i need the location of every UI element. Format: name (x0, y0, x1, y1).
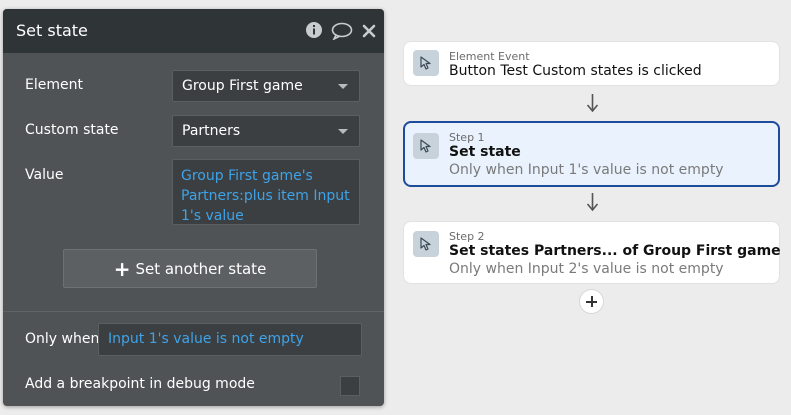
info-icon[interactable] (305, 21, 323, 43)
only-when-field[interactable]: Input 1's value is not empty (98, 323, 362, 356)
only-when-label: Only when (25, 331, 100, 347)
step-2-kicker: Step 2 (449, 230, 485, 243)
set-another-state-button[interactable]: + Set another state (63, 249, 317, 288)
plus-icon: + (113, 256, 131, 281)
arrow-down-icon (586, 192, 599, 216)
step-2-condition: Only when Input 2's value is not empty (449, 261, 724, 277)
element-dropdown-value: Group First game (182, 78, 303, 94)
cursor-icon (413, 50, 439, 76)
custom-state-dropdown-value: Partners (182, 123, 241, 139)
set-state-panel: Set state Element Group First game Custo… (3, 9, 384, 406)
divider (3, 311, 384, 312)
workflow-step-2-card[interactable]: Step 2 Set states Partners... of Group F… (403, 221, 781, 284)
workflow-step-1-card[interactable]: Step 1 Set state Only when Input 1's val… (403, 121, 780, 187)
event-kicker: Element Event (449, 50, 530, 63)
chevron-down-icon (338, 84, 348, 89)
value-expression-field[interactable]: Group First game's Partners:plus item In… (172, 159, 360, 225)
event-title: Button Test Custom states is clicked (449, 63, 702, 79)
close-icon[interactable] (362, 23, 376, 42)
breakpoint-checkbox[interactable] (340, 376, 360, 396)
custom-state-label: Custom state (25, 122, 119, 138)
value-label: Value (25, 167, 64, 183)
arrow-down-icon (586, 93, 599, 117)
step-1-condition: Only when Input 1's value is not empty (449, 162, 724, 178)
step-2-title: Set states Partners... of Group First ga… (449, 243, 781, 259)
step-1-kicker: Step 1 (449, 131, 485, 144)
cursor-icon (413, 133, 439, 159)
breakpoint-label: Add a breakpoint in debug mode (25, 376, 255, 392)
panel-header: Set state (3, 9, 384, 53)
chevron-down-icon (338, 129, 348, 134)
element-dropdown[interactable]: Group First game (172, 70, 360, 102)
add-step-button[interactable] (579, 289, 604, 314)
set-another-state-label: Set another state (135, 259, 267, 278)
custom-state-dropdown[interactable]: Partners (172, 115, 360, 147)
panel-title: Set state (16, 21, 88, 40)
cursor-icon (413, 231, 439, 257)
workflow-event-card[interactable]: Element Event Button Test Custom states … (403, 41, 780, 86)
only-when-expression: Input 1's value is not empty (108, 331, 304, 347)
step-1-title: Set state (449, 144, 521, 160)
comment-icon[interactable] (331, 22, 353, 44)
element-label: Element (25, 77, 83, 93)
